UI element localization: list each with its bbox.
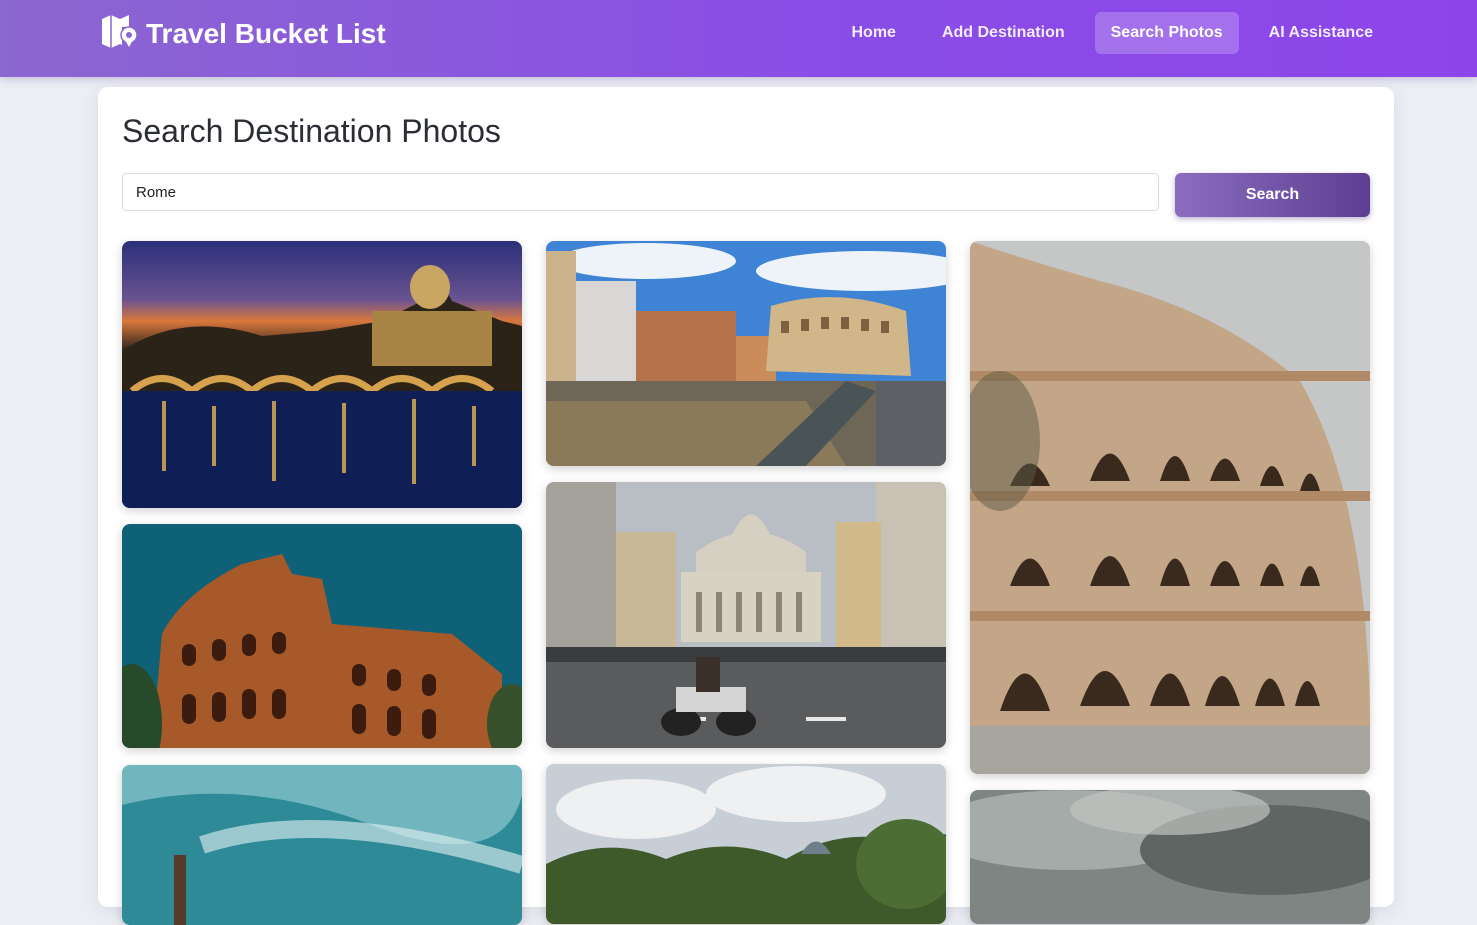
search-input[interactable] (122, 173, 1159, 211)
photo-result[interactable] (546, 241, 946, 466)
nav-search-photos[interactable]: Search Photos (1094, 12, 1239, 54)
photo-result[interactable] (122, 524, 522, 748)
nav-home[interactable]: Home (836, 12, 912, 54)
brand-name: Travel Bucket List (146, 18, 386, 49)
photo-result[interactable] (970, 241, 1370, 774)
map-pin-icon (100, 13, 138, 56)
photo-result[interactable] (970, 790, 1370, 924)
photo-result[interactable] (122, 765, 522, 925)
top-navbar: Travel Bucket List Home Add Destination … (0, 0, 1477, 77)
brand-logo[interactable]: Travel Bucket List (100, 14, 386, 52)
search-button[interactable]: Search (1175, 173, 1370, 217)
photo-result[interactable] (122, 241, 522, 508)
search-panel: Search Destination Photos Search (98, 87, 1394, 925)
photo-result[interactable] (546, 764, 946, 924)
nav-add-destination[interactable]: Add Destination (926, 12, 1081, 54)
photo-result[interactable] (546, 482, 946, 748)
nav-ai-assistance[interactable]: AI Assistance (1253, 12, 1389, 54)
nav-menu: Home Add Destination Search Photos AI As… (836, 12, 1390, 54)
page-title: Search Destination Photos (122, 113, 501, 149)
